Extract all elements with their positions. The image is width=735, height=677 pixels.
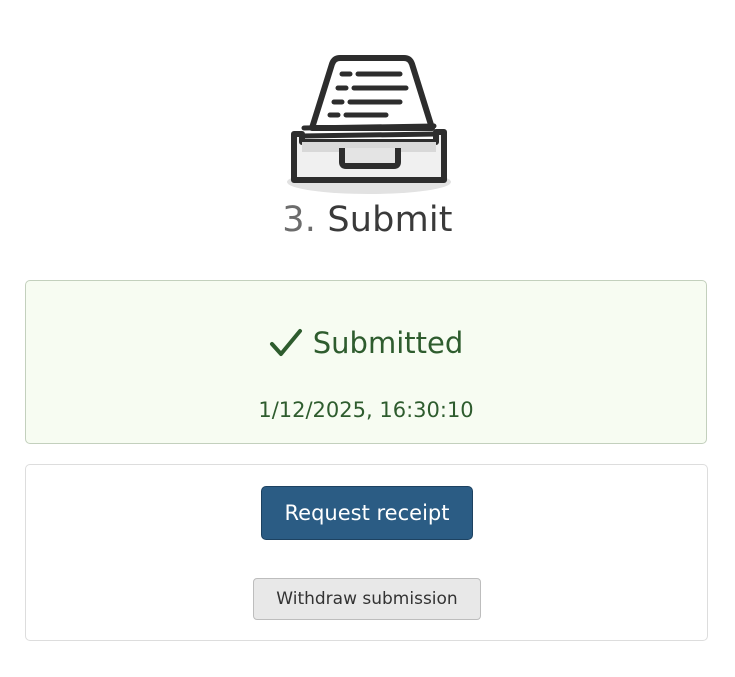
step-title: 3. Submit xyxy=(0,196,735,244)
status-label: Submitted xyxy=(312,326,464,360)
inbox-tray-icon xyxy=(282,52,456,198)
submission-timestamp: 1/12/2025, 16:30:10 xyxy=(258,398,474,422)
step-title-label: Submit xyxy=(327,200,453,240)
actions-panel: Request receipt Withdraw submission xyxy=(25,464,708,641)
step-number: 3. xyxy=(282,200,317,240)
request-receipt-button[interactable]: Request receipt xyxy=(261,486,473,540)
withdraw-submission-button[interactable]: Withdraw submission xyxy=(253,578,481,620)
submission-status-panel: Submitted 1/12/2025, 16:30:10 xyxy=(25,280,707,444)
checkmark-icon xyxy=(269,328,303,358)
status-line: Submitted xyxy=(26,323,706,363)
